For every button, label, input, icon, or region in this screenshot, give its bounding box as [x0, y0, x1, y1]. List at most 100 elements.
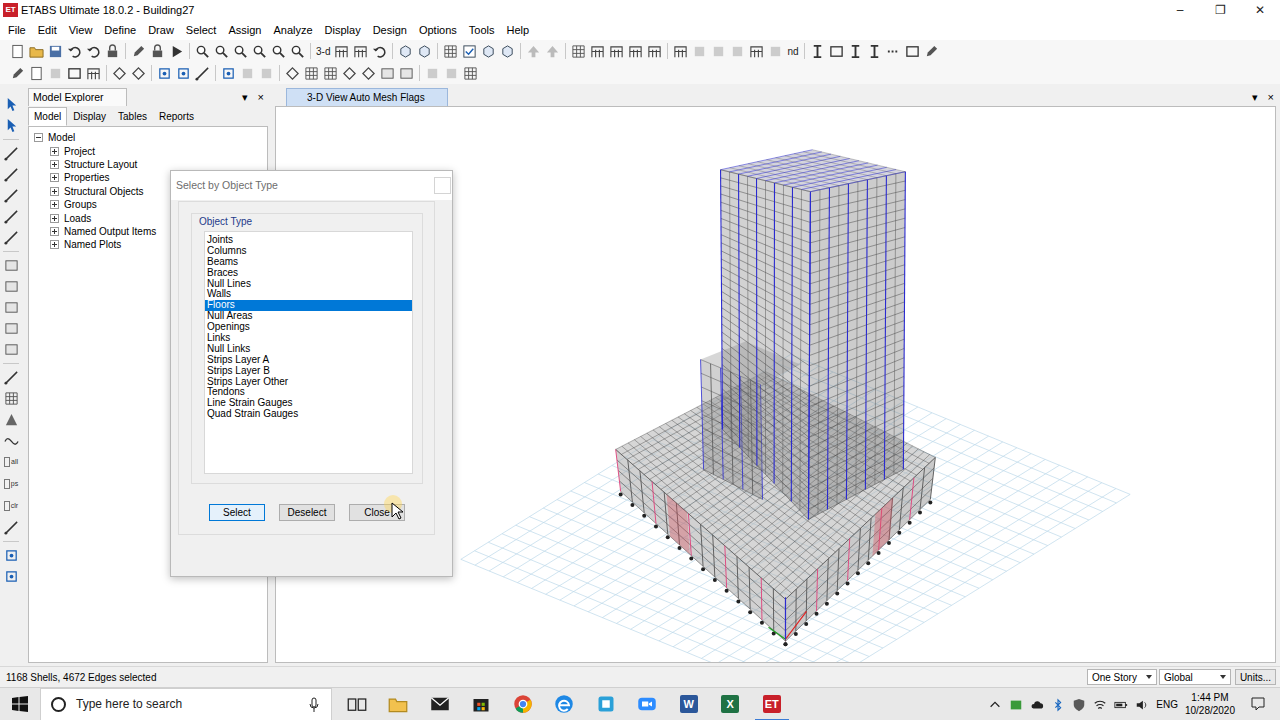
toolbar-button[interactable] [827, 42, 846, 61]
toolbar-button[interactable] [922, 42, 941, 61]
toolbar-button[interactable] [238, 64, 257, 83]
explorer-tab[interactable]: Reports [153, 107, 200, 126]
toolbar-button[interactable] [543, 42, 562, 61]
menu-item[interactable]: Define [98, 22, 142, 39]
menu-item[interactable]: Design [367, 22, 413, 39]
toolbar-button[interactable] [588, 42, 607, 61]
toolbar-button[interactable] [2, 545, 21, 566]
tree-item[interactable]: Model [29, 131, 267, 144]
pin-menu-button[interactable]: ▾ [242, 89, 248, 106]
toolbar-button[interactable] [2, 517, 21, 538]
toolbar-button[interactable] [766, 42, 785, 61]
toolbar-button[interactable] [378, 64, 397, 83]
menu-item[interactable]: Select [180, 22, 223, 39]
toolbar-button[interactable] [212, 42, 231, 61]
toolbar-button[interactable] [174, 64, 193, 83]
toolbar-button[interactable] [441, 42, 460, 61]
tray-button[interactable] [1135, 696, 1149, 713]
taskbar-app[interactable]: X [710, 688, 752, 720]
list-item[interactable]: Strips Layer B [205, 366, 412, 377]
toolbar-button[interactable] [415, 42, 434, 61]
select-button[interactable]: Select [209, 504, 265, 521]
tree-item[interactable]: Project [29, 144, 267, 157]
side-toolbar-button[interactable]: all [4, 451, 18, 473]
close-button[interactable]: ✕ [1240, 1, 1280, 19]
toolbar-button[interactable] [460, 42, 479, 61]
toolbar-button[interactable] [479, 42, 498, 61]
explorer-tab[interactable]: Model [28, 107, 67, 126]
units-button[interactable]: Units... [1235, 669, 1276, 685]
toolbar-button[interactable] [65, 64, 84, 83]
expander-icon[interactable] [50, 187, 59, 196]
toolbar-button[interactable] [709, 42, 728, 61]
toolbar-button[interactable] [84, 42, 103, 61]
start-button[interactable] [0, 696, 40, 712]
toolbar-button[interactable] [269, 42, 288, 61]
toolbar-button[interactable] [2, 430, 21, 451]
toolbar-button[interactable] [283, 64, 302, 83]
toolbar-button[interactable] [524, 42, 543, 61]
expander-icon[interactable] [50, 173, 59, 182]
toolbar-button[interactable] [8, 42, 27, 61]
minimize-button[interactable]: – [1160, 1, 1200, 19]
expander-icon[interactable] [34, 133, 43, 142]
toolbar-button[interactable] [193, 42, 212, 61]
toolbar-button[interactable] [65, 42, 84, 61]
list-item[interactable]: Beams [205, 257, 412, 268]
view-menu-button[interactable]: ▾ [1252, 89, 1258, 106]
tray-button[interactable] [1093, 696, 1107, 713]
notification-button[interactable] [1242, 696, 1274, 712]
toolbar-button[interactable] [2, 115, 21, 136]
toolbar-button[interactable] [321, 64, 340, 83]
list-item[interactable]: Walls [205, 289, 412, 300]
toolbar-button[interactable] [148, 42, 167, 61]
toolbar-button[interactable] [2, 388, 21, 409]
dialog-close-button[interactable] [434, 177, 451, 194]
tray-button[interactable] [1009, 696, 1023, 713]
language-indicator[interactable]: ENG [1156, 697, 1178, 712]
side-toolbar-button[interactable]: clr [4, 495, 18, 517]
toolbar-button[interactable] [231, 42, 250, 61]
list-item[interactable]: Floors [205, 300, 412, 311]
taskbar-app[interactable] [378, 688, 420, 720]
toolbar-button[interactable] [846, 42, 865, 61]
toolbar-button[interactable] [397, 64, 416, 83]
explorer-tab[interactable]: Display [67, 107, 112, 126]
list-item[interactable]: Braces [205, 268, 412, 279]
list-item[interactable]: Null Links [205, 344, 412, 355]
expander-icon[interactable] [50, 227, 59, 236]
toolbar-button[interactable] [690, 42, 709, 61]
toolbar-button[interactable] [2, 339, 21, 360]
list-item[interactable]: Null Areas [205, 311, 412, 322]
toolbar-button[interactable] [903, 42, 922, 61]
list-item[interactable]: Line Strain Gauges [205, 398, 412, 409]
toolbar-button[interactable] [129, 42, 148, 61]
taskbar-app[interactable] [336, 688, 378, 720]
toolbar-button[interactable] [461, 64, 480, 83]
menu-item[interactable]: Assign [222, 22, 267, 39]
deselect-button[interactable]: Deselect [279, 504, 335, 521]
toolbar-button[interactable] [351, 42, 370, 61]
toolbar-button[interactable] [2, 367, 21, 388]
menu-item[interactable]: Options [413, 22, 463, 39]
toolbar-button[interactable] [671, 42, 690, 61]
toolbar-button[interactable] [2, 185, 21, 206]
menu-item[interactable]: Edit [32, 22, 63, 39]
expander-icon[interactable] [50, 200, 59, 209]
toolbar-button[interactable] [332, 42, 351, 61]
toolbar-button[interactable] [2, 206, 21, 227]
toolbar-button[interactable] [302, 64, 321, 83]
toolbar-button[interactable] [2, 164, 21, 185]
menu-item[interactable]: Display [319, 22, 367, 39]
taskbar-app[interactable] [585, 688, 627, 720]
toolbar-button[interactable] [167, 42, 186, 61]
tray-button[interactable] [988, 696, 1002, 713]
toolbar-button[interactable] [46, 64, 65, 83]
toolbar-button[interactable] [2, 227, 21, 248]
list-item[interactable]: Columns [205, 246, 412, 257]
tray-button[interactable] [1030, 696, 1044, 713]
toolbar-button[interactable] [155, 64, 174, 83]
toolbar-button[interactable] [2, 318, 21, 339]
toolbar-button[interactable] [442, 64, 461, 83]
toolbar-button[interactable] [865, 42, 884, 61]
